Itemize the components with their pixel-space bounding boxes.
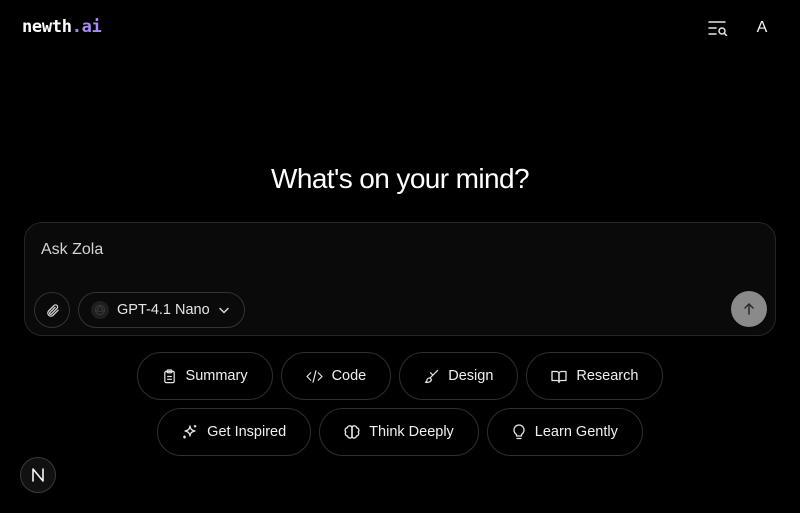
- header-actions: A: [706, 16, 774, 40]
- suggestion-think-deeply[interactable]: Think Deeply: [319, 408, 479, 456]
- model-selector[interactable]: GPT-4.1 Nano: [78, 292, 245, 328]
- brain-icon: [344, 425, 360, 439]
- prompt-input[interactable]: [41, 241, 741, 259]
- chevron-down-icon: [218, 307, 229, 314]
- suggestions-row-2: Get Inspired Think Deeply Learn Gently: [0, 408, 800, 456]
- code-icon: [305, 369, 323, 383]
- suggestion-summary[interactable]: Summary: [136, 352, 273, 400]
- brand-name-accent: .ai: [71, 17, 102, 37]
- suggestion-get-inspired[interactable]: Get Inspired: [157, 408, 312, 456]
- sparkles-icon: [183, 425, 197, 439]
- user-menu-button[interactable]: A: [750, 16, 774, 40]
- n-badge-button[interactable]: [20, 457, 56, 493]
- book-icon: [551, 370, 568, 383]
- send-button[interactable]: [731, 291, 767, 327]
- suggestion-label: Research: [576, 368, 639, 384]
- lightbulb-icon: [513, 424, 525, 440]
- suggestion-label: Design: [448, 368, 494, 384]
- page-title: What's on your mind?: [271, 163, 530, 194]
- attach-button[interactable]: [34, 292, 70, 328]
- suggestions-row-1: Summary Code Design Research: [0, 352, 800, 400]
- suggestion-label: Learn Gently: [534, 424, 618, 440]
- suggestion-research[interactable]: Research: [526, 352, 664, 400]
- clipboard-icon: [163, 368, 175, 383]
- list-search-icon: [708, 21, 728, 36]
- suggestion-design[interactable]: Design: [399, 352, 519, 400]
- openai-icon: [91, 301, 109, 319]
- brand-logo[interactable]: newth.ai: [22, 17, 102, 37]
- model-label: GPT-4.1 Nano: [117, 302, 210, 318]
- page: newth.ai A What's on your mind? Ask Zola…: [0, 0, 800, 513]
- brand-name: newth: [22, 17, 72, 37]
- chat-composer: GPT-4.1 Nano: [24, 222, 776, 336]
- brush-icon: [425, 369, 439, 383]
- paperclip-icon: [46, 303, 59, 317]
- suggestion-learn-gently[interactable]: Learn Gently: [486, 408, 643, 456]
- arrow-up-icon: [744, 303, 754, 315]
- suggestion-label: Code: [331, 368, 367, 384]
- n-logo-icon: [32, 468, 44, 482]
- suggestion-label: Summary: [185, 368, 248, 384]
- suggestion-label: Think Deeply: [369, 424, 454, 440]
- history-search-button[interactable]: [706, 16, 730, 40]
- user-initial: A: [756, 19, 768, 36]
- suggestion-label: Get Inspired: [207, 424, 287, 440]
- suggestion-code[interactable]: Code: [280, 352, 392, 400]
